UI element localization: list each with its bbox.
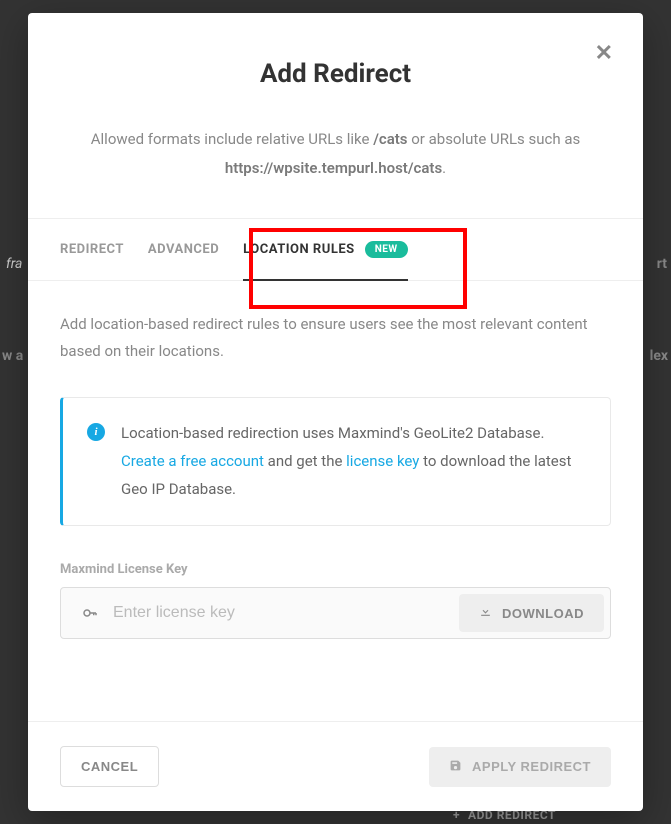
bg-text: w a: [2, 348, 23, 364]
close-button[interactable]: ✕: [595, 43, 613, 65]
apply-redirect-label: APPLY REDIRECT: [472, 759, 591, 774]
close-icon: ✕: [595, 41, 613, 66]
info-icon: i: [87, 423, 105, 441]
modal-body: Add location-based redirect rules to ens…: [28, 281, 643, 721]
info-text-part: Location-based redirection uses Maxmind'…: [121, 424, 544, 442]
bg-text: lex: [650, 348, 668, 364]
license-key-input[interactable]: [109, 594, 459, 632]
subtitle-text: or absolute URLs such as: [408, 130, 581, 148]
modal-title: Add Redirect: [60, 59, 611, 89]
subtitle-text: Allowed formats include relative URLs li…: [91, 130, 373, 148]
bg-text: fra: [6, 256, 22, 272]
new-badge: NEW: [365, 241, 408, 258]
tab-location-rules[interactable]: LOCATION RULES NEW: [243, 219, 407, 280]
info-text-part: and get the: [264, 452, 346, 470]
apply-redirect-button[interactable]: APPLY REDIRECT: [429, 747, 611, 787]
license-key-link[interactable]: license key: [346, 452, 419, 470]
tab-redirect-label: REDIRECT: [60, 242, 124, 257]
create-account-link[interactable]: Create a free account: [121, 452, 264, 470]
download-button-label: DOWNLOAD: [502, 606, 584, 621]
tab-location-rules-label: LOCATION RULES: [243, 242, 355, 257]
cancel-button[interactable]: CANCEL: [60, 746, 159, 787]
modal-header: ✕ Add Redirect Allowed formats include r…: [28, 13, 643, 200]
license-input-row: DOWNLOAD: [60, 587, 611, 639]
key-icon: [67, 594, 109, 632]
subtitle-example-1: /cats: [373, 130, 407, 148]
info-notice: i Location-based redirection uses Maxmin…: [60, 397, 611, 526]
subtitle-text: .: [442, 159, 446, 177]
tab-redirect[interactable]: REDIRECT: [60, 219, 124, 280]
info-text: Location-based redirection uses Maxmind'…: [121, 420, 586, 503]
download-icon: [479, 605, 492, 621]
modal-footer: CANCEL APPLY REDIRECT: [28, 721, 643, 811]
tabs-nav: REDIRECT ADVANCED LOCATION RULES NEW: [28, 218, 643, 281]
save-icon: [449, 759, 462, 775]
download-button[interactable]: DOWNLOAD: [459, 594, 604, 632]
subtitle-example-2: https://wpsite.tempurl.host/cats: [225, 159, 442, 177]
location-rules-description: Add location-based redirect rules to ens…: [60, 311, 611, 365]
tab-advanced-label: ADVANCED: [148, 242, 219, 257]
bg-text: rt: [657, 256, 667, 272]
add-redirect-modal: ✕ Add Redirect Allowed formats include r…: [28, 13, 643, 811]
license-key-label: Maxmind License Key: [60, 562, 611, 577]
modal-subtitle: Allowed formats include relative URLs li…: [60, 125, 611, 182]
tab-advanced[interactable]: ADVANCED: [148, 219, 219, 280]
